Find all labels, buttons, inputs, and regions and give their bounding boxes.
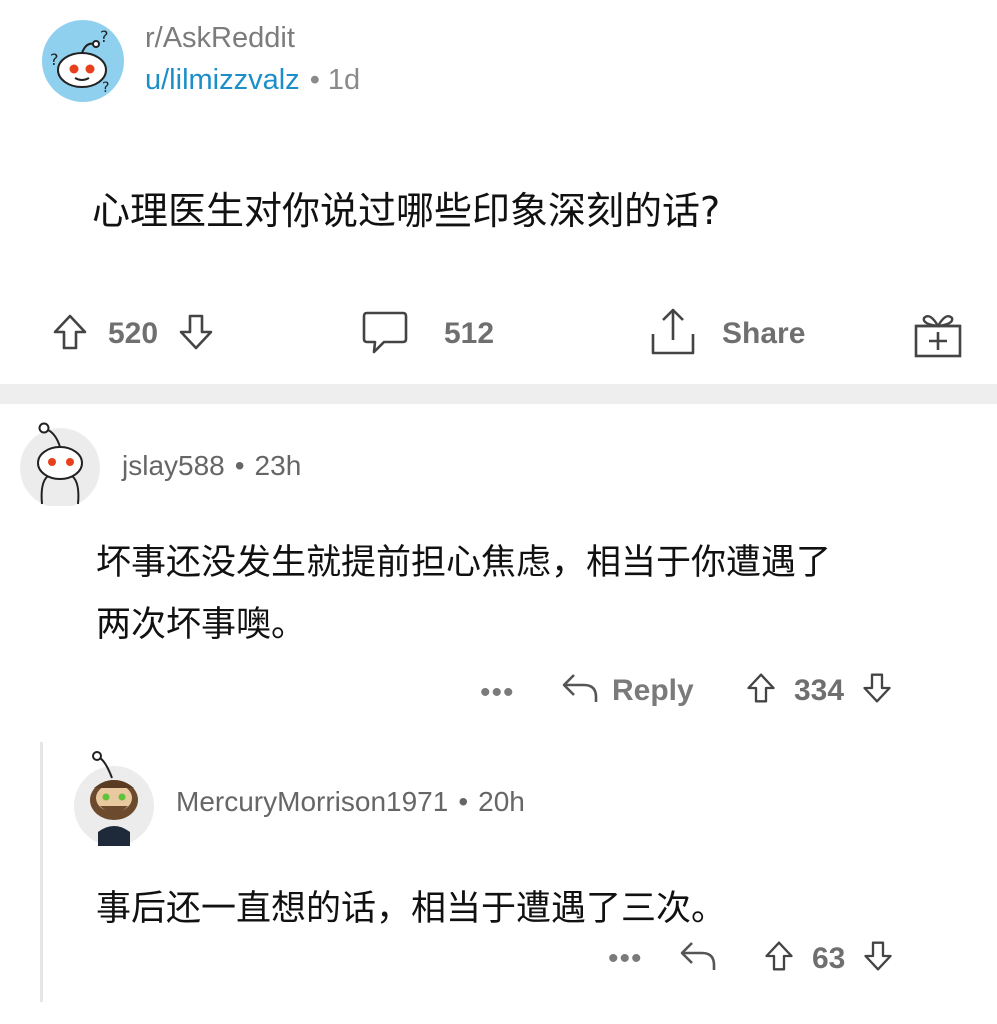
more-options-button[interactable]: ••• [608,942,643,976]
more-options-button[interactable]: ••• [480,676,515,710]
svg-text:?: ? [102,80,109,96]
reply-label: Reply [612,673,694,707]
reply-button[interactable]: Reply [560,670,694,711]
subreddit-avatar[interactable]: ? ? ? [42,20,124,102]
svg-text:?: ? [50,50,59,69]
section-divider [0,384,997,404]
comment-score: 63 [812,941,846,975]
comment-line: 两次坏事噢。 [96,605,307,645]
comment-meta: MercuryMorrison1971 • 20h [176,786,525,818]
comment-vote-group: 334 [746,672,892,709]
comments-button[interactable]: 512 [360,306,494,362]
post-age: 1d [327,64,361,96]
post-author-link[interactable]: u/lilmizzvalz [145,64,300,97]
share-label: Share [722,317,806,350]
comment-score: 334 [794,673,845,707]
share-button[interactable]: Share [648,306,805,362]
downvote-icon[interactable] [863,940,893,977]
reply-arrow-icon [560,670,600,711]
comment-age: 20h [478,786,525,817]
reply-arrow-icon[interactable] [678,938,718,979]
subreddit-name[interactable]: r/AskReddit [145,22,295,55]
snoo-avatar-icon [74,751,154,846]
meta-separator: • [234,450,245,481]
upvote-icon[interactable] [52,313,88,356]
snoo-avatar-icon [20,422,100,508]
award-gift-icon[interactable] [912,310,964,365]
post-action-bar: 520 512 Share [0,306,997,362]
upvote-icon[interactable] [746,672,776,709]
vote-group: 520 [52,306,214,362]
downvote-icon[interactable] [178,313,214,356]
comment-count: 512 [444,317,495,350]
share-icon [648,306,698,363]
comment-bubble-icon [360,307,410,362]
post-meta: u/lilmizzvalz • 1d [145,64,360,97]
comment-age: 23h [254,450,302,481]
svg-text:?: ? [100,27,109,46]
comment-avatar[interactable] [18,418,102,508]
comment-line: 坏事还没发生就提前担心焦虑，相当于你遭遇了 [96,543,832,583]
comment-author[interactable]: jslay588 [122,450,225,482]
post-title[interactable]: 心理医生对你说过哪些印象深刻的话? [92,180,720,235]
snoo-avatar-icon: ? ? ? [50,27,109,96]
post-vote-count: 520 [108,317,159,350]
comment-author[interactable]: MercuryMorrison1971 [176,786,448,818]
meta-separator: • [458,786,469,817]
comment-body: 事后还一直想的话，相当于遭遇了三次。 [96,889,727,929]
comment-action-bar: ••• Reply 334 [0,668,997,718]
comment-action-bar: ••• 63 [0,934,997,984]
upvote-icon[interactable] [764,940,794,977]
comment-meta: jslay588 • 23h [122,450,301,482]
meta-separator: • [309,64,320,96]
comment-vote-group: 63 [764,940,893,977]
comment-avatar[interactable] [70,750,156,846]
downvote-icon[interactable] [862,672,892,709]
comment-body: 坏事还没发生就提前担心焦虑，相当于你遭遇了 两次坏事噢。 [96,532,956,656]
